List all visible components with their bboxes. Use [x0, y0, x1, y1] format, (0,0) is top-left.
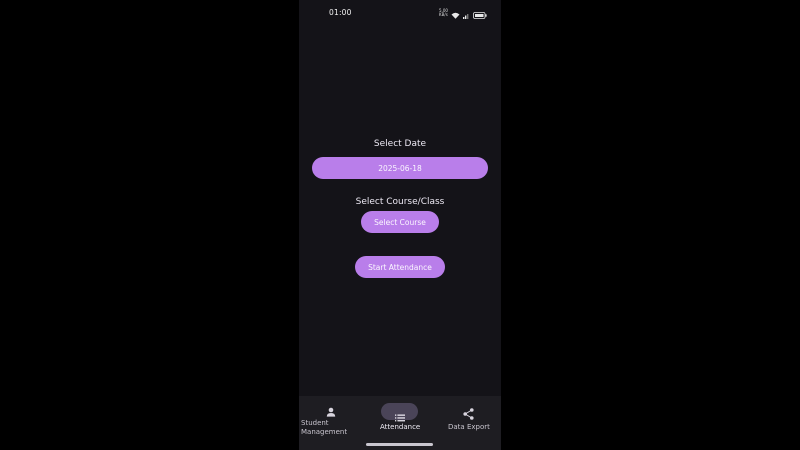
share-icon [463, 405, 474, 424]
attendance-screen: Select Date 2025-06-18 Select Course/Cla… [299, 0, 501, 396]
start-attendance-button[interactable]: Start Attendance [355, 256, 445, 278]
select-course-label: Select Course/Class [355, 197, 445, 207]
nav-item-attendance[interactable]: Attendance [365, 396, 435, 450]
nav-item-data-export[interactable]: Data Export [435, 396, 501, 450]
date-picker-button[interactable]: 2025-06-18 [312, 157, 488, 179]
nav-label-data-export: Data Export [448, 423, 490, 431]
nav-label-attendance: Attendance [380, 423, 421, 431]
nav-item-student-management[interactable]: Student Management [299, 396, 365, 450]
bottom-navigation: Student Management Attendance Data Expor… [299, 396, 501, 450]
phone-screen: 01:00 5.00 KB/s Select Date 2025-06-18 Se… [299, 0, 501, 450]
nav-label-management: Management [301, 428, 348, 436]
home-gesture-bar[interactable] [366, 443, 433, 446]
select-course-button[interactable]: Select Course [361, 211, 439, 233]
nav-label-student: Student [301, 419, 329, 427]
select-date-label: Select Date [373, 139, 427, 149]
